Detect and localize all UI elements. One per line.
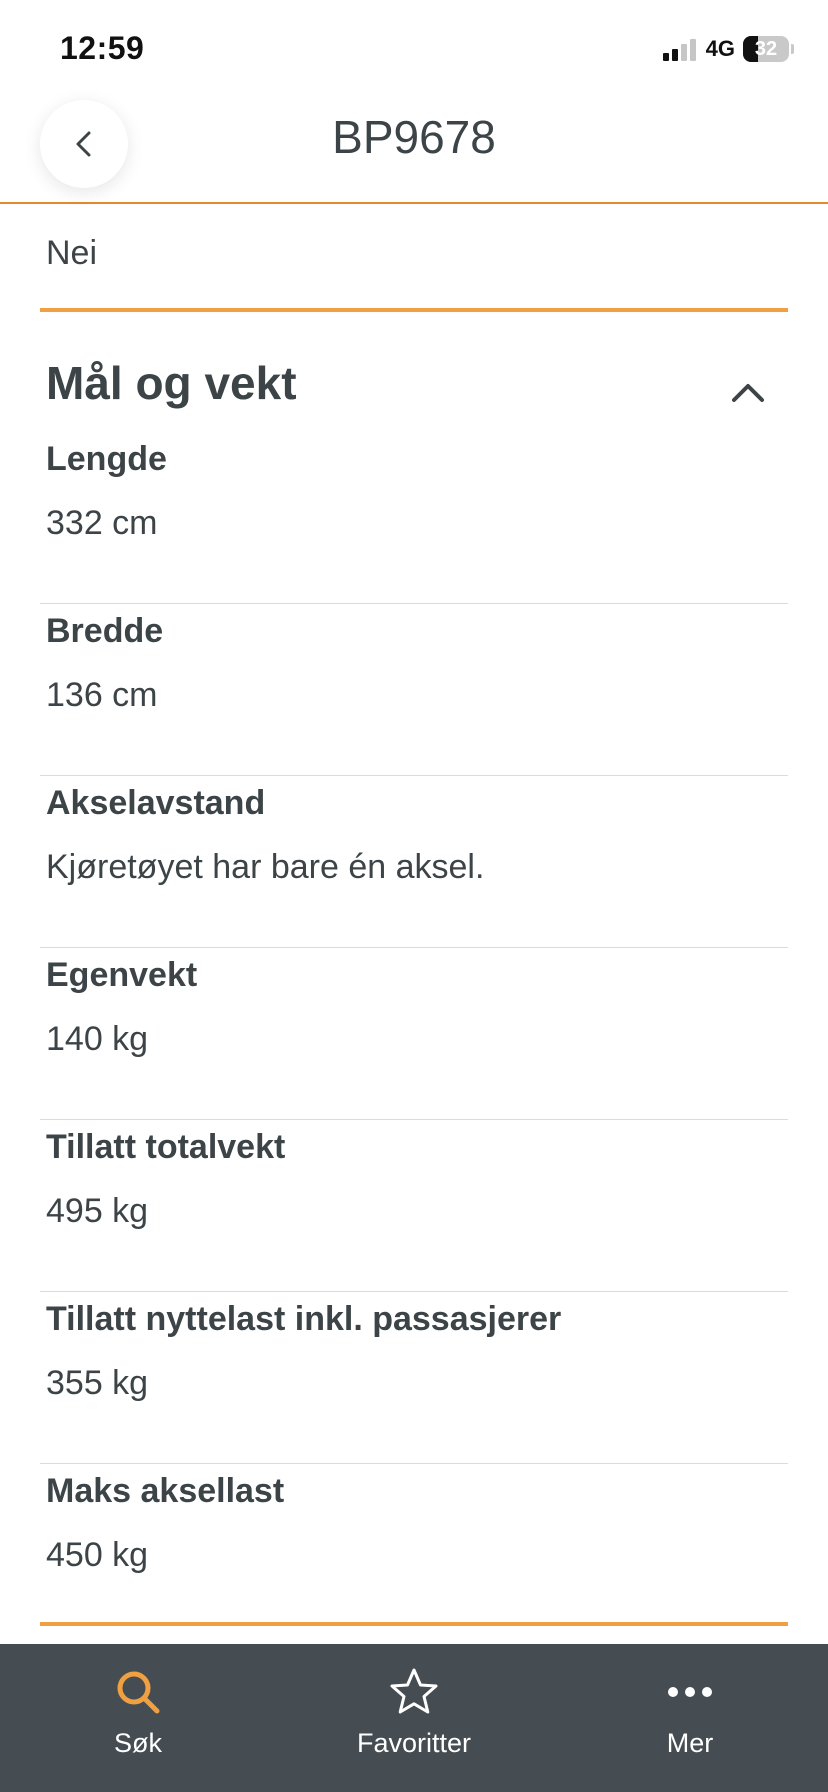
- field-payload: Tillatt nyttelast inkl. passasjerer 355 …: [40, 1292, 788, 1464]
- nav-item-more[interactable]: Mer: [552, 1644, 828, 1792]
- status-bar: 12:59 4G 32: [0, 0, 828, 92]
- field-label: Lengde: [46, 440, 167, 478]
- bottom-nav: Søk Favoritter Mer: [0, 1644, 828, 1792]
- screen: 12:59 4G 32 BP9678 ‾ ·: [0, 0, 828, 1792]
- network-type: 4G: [705, 36, 735, 61]
- battery-icon: 32: [743, 36, 789, 62]
- details-content[interactable]: ‾ · Nei Mål og vekt Lengde 332 cm Bredde…: [0, 204, 828, 1644]
- field-max-axle-load: Maks aksellast 450 kg: [40, 1464, 788, 1636]
- field-label: Tillatt nyttelast inkl. passasjerer: [46, 1300, 562, 1338]
- field-label: Maks aksellast: [46, 1472, 285, 1510]
- nav-item-search[interactable]: Søk: [0, 1644, 276, 1792]
- section-title: Mål og vekt: [46, 357, 297, 409]
- nav-label: Søk: [113, 1728, 162, 1758]
- field-value: 495 kg: [46, 1192, 149, 1230]
- section-dimensions-weight: Mål og vekt Lengde 332 cm Bredde 136 cm …: [40, 312, 788, 1636]
- field-label: Akselavstand: [46, 784, 266, 822]
- nav-item-favorites[interactable]: Favoritter: [276, 1644, 552, 1792]
- section-divider: [40, 1622, 788, 1626]
- chevron-up-icon[interactable]: [728, 372, 768, 412]
- page-title: BP9678: [332, 111, 496, 163]
- previous-section: ‾ · Nei: [40, 204, 788, 312]
- field-value: 136 cm: [46, 676, 158, 714]
- battery-cap: [791, 44, 794, 54]
- field-value: Kjøretøyet har bare én aksel.: [46, 848, 485, 886]
- search-icon: [112, 1666, 164, 1718]
- more-icon: [664, 1666, 716, 1718]
- field-curb-weight: Egenvekt 140 kg: [40, 948, 788, 1120]
- field-width: Bredde 136 cm: [40, 604, 788, 776]
- field-value: 332 cm: [46, 504, 158, 542]
- section-header[interactable]: Mål og vekt: [40, 312, 788, 432]
- header: BP9678: [0, 92, 828, 204]
- field-total-weight: Tillatt totalvekt 495 kg: [40, 1120, 788, 1292]
- field-length: Lengde 332 cm: [40, 432, 788, 604]
- cut-off-label: ‾ ·: [46, 204, 76, 219]
- previous-field-value: Nei: [46, 234, 98, 272]
- star-icon: [388, 1666, 440, 1718]
- status-time: 12:59: [60, 30, 145, 66]
- field-value: 355 kg: [46, 1364, 149, 1402]
- signal-icon: [662, 37, 696, 61]
- field-label: Bredde: [46, 612, 164, 650]
- field-value: 450 kg: [46, 1536, 149, 1574]
- battery-percent: 32: [754, 37, 778, 60]
- field-value: 140 kg: [46, 1020, 149, 1058]
- field-label: Tillatt totalvekt: [46, 1128, 286, 1166]
- field-axle-distance: Akselavstand Kjøretøyet har bare én akse…: [40, 776, 788, 948]
- status-indicators: 4G 32: [662, 36, 794, 62]
- field-label: Egenvekt: [46, 956, 198, 994]
- nav-label: Favoritter: [356, 1728, 472, 1758]
- nav-label: Mer: [666, 1728, 714, 1758]
